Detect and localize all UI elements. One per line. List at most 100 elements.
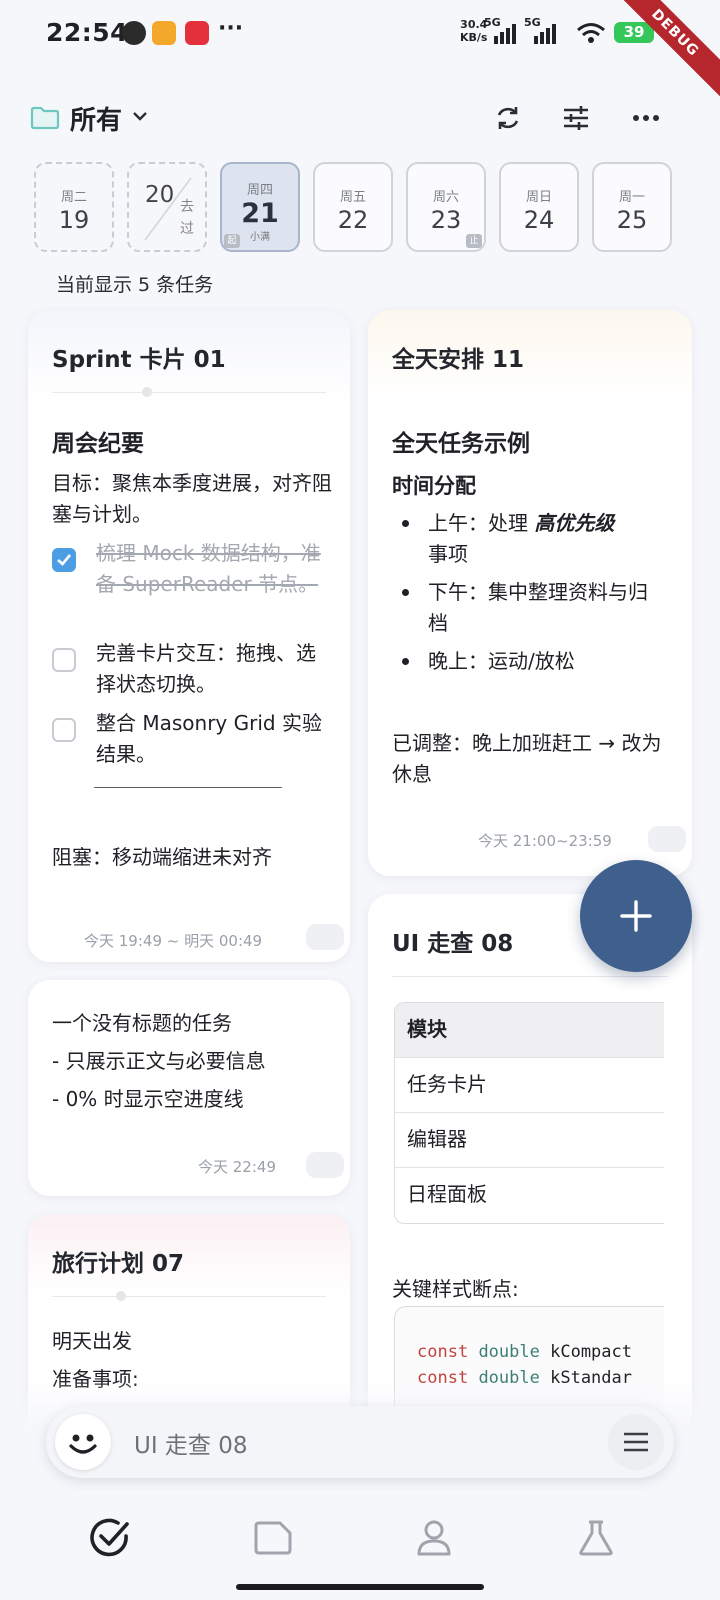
- divider: [94, 787, 282, 788]
- status-time: 22:54: [46, 18, 129, 47]
- more-notifications-icon: ···: [218, 16, 244, 41]
- assistant-menu-button[interactable]: [608, 1414, 664, 1470]
- card-title: 全天安排 11: [392, 347, 525, 373]
- markdown-table: 模块 任务卡片 编辑器 日程面板: [394, 1002, 664, 1224]
- task-card-untitled[interactable]: 一个没有标题的任务 - 只展示正文与必要信息 - 0% 时显示空进度线 今天 2…: [28, 980, 350, 1196]
- checklist-text: 完善卡片交互：拖拽、选择状态切换。: [96, 641, 316, 696]
- nav-tasks[interactable]: [80, 1508, 140, 1568]
- date-chip-past[interactable]: 20 去过: [127, 162, 207, 252]
- card-time: 今天 21:00~23:59: [478, 832, 612, 850]
- card-subheading: 时间分配: [392, 474, 476, 498]
- more-button[interactable]: [626, 98, 666, 138]
- checkbox-checked[interactable]: [52, 548, 76, 572]
- progress-dot: [142, 387, 152, 397]
- card-heading: 周会纪要: [52, 431, 144, 457]
- card-line: 明天出发: [52, 1329, 132, 1353]
- folder-icon[interactable]: [30, 106, 60, 130]
- task-card-ui-check[interactable]: UI 走查 08 模块 任务卡片 编辑器 日程面板 关键样式断点: const …: [368, 894, 692, 1434]
- filter-button[interactable]: [556, 98, 596, 138]
- smiley-icon: [69, 1434, 97, 1454]
- card-goal: 目标：聚焦本季度进展，对齐阻塞与计划。: [52, 471, 332, 526]
- assistant-avatar[interactable]: [55, 1414, 111, 1470]
- profile-icon: [417, 1520, 451, 1556]
- nav-lab[interactable]: [566, 1508, 626, 1568]
- card-title: UI 走查 08: [392, 931, 514, 957]
- checklist-text: 梳理 Mock 数据结构，准备 SuperReader 节点。: [96, 541, 321, 596]
- progress-line: [52, 1296, 326, 1297]
- past-divider: [144, 177, 192, 241]
- card-label: 关键样式断点:: [392, 1277, 519, 1301]
- home-indicator[interactable]: [236, 1584, 484, 1590]
- add-task-button[interactable]: [580, 860, 692, 972]
- card-corner-handle[interactable]: [306, 1152, 344, 1178]
- table-row: 日程面板: [407, 1182, 487, 1206]
- card-corner-handle[interactable]: [648, 826, 686, 852]
- assistant-context-text: UI 走查 08: [134, 1433, 248, 1459]
- app-notification-icon: [152, 21, 176, 45]
- checklist-item: 梳理 Mock 数据结构，准备 SuperReader 节点。: [52, 538, 321, 628]
- card-line: - 0% 时显示空进度线: [52, 1087, 244, 1111]
- card-time: 今天 19:49 ~ 明天 00:49: [84, 932, 263, 950]
- bullet-item: 下午：集中整理资料与归档: [392, 577, 662, 639]
- progress-line: [52, 392, 326, 393]
- folder-selector-title[interactable]: 所有: [70, 100, 122, 137]
- signal-icon: [494, 22, 516, 44]
- checkbox[interactable]: [52, 718, 76, 742]
- card-heading: 全天任务示例: [392, 431, 530, 457]
- wifi-icon: [577, 23, 605, 43]
- date-strip: 周二 19 20 去过 周四 21 小满 起 周五 22 周六 23 止 周日 …: [34, 162, 686, 252]
- card-title: Sprint 卡片 01: [52, 347, 226, 373]
- status-bar: 22:54 ··· 30.4 KB/s 5G 5G 39 DEBUG: [0, 0, 720, 103]
- assistant-bar[interactable]: UI 走查 08: [46, 1406, 674, 1478]
- progress-dot: [116, 1291, 126, 1301]
- bullet-list: 上午：处理 高优先级 事项 下午：集中整理资料与归档 晚上：运动/放松: [392, 508, 662, 684]
- debug-banner: DEBUG: [605, 0, 720, 103]
- checklist-item: 整合 Masonry Grid 实验结果。: [52, 708, 322, 772]
- task-card-sprint[interactable]: Sprint 卡片 01 周会纪要 目标：聚焦本季度进展，对齐阻塞与计划。 梳理…: [28, 310, 350, 962]
- card-title: 旅行计划 07: [52, 1251, 185, 1277]
- tasks-icon: [90, 1518, 129, 1557]
- more-icon: [633, 115, 659, 121]
- chevron-down-icon[interactable]: [132, 110, 148, 122]
- card-line: - 只展示正文与必要信息: [52, 1049, 266, 1073]
- checklist-text: 整合 Masonry Grid 实验结果。: [96, 711, 322, 766]
- folder-tab-icon: [254, 1521, 292, 1555]
- nav-profile[interactable]: [404, 1508, 464, 1568]
- nav-folders[interactable]: [243, 1508, 303, 1568]
- signal-icon: [534, 22, 556, 44]
- card-blocker: 阻塞：移动端缩进未对齐: [52, 845, 272, 869]
- checklist-item: 完善卡片交互：拖拽、选择状态切换。: [52, 638, 316, 702]
- date-chip[interactable]: 周五 22: [313, 162, 393, 252]
- date-chip[interactable]: 周六 23 止: [406, 162, 486, 252]
- start-badge: 起: [224, 234, 240, 248]
- end-badge: 止: [466, 234, 482, 248]
- filter-icon: [564, 106, 588, 130]
- lab-flask-icon: [579, 1520, 613, 1556]
- sync-button[interactable]: [488, 98, 528, 138]
- sync-icon: [497, 107, 519, 129]
- app-header: 所有: [0, 90, 720, 146]
- table-row: 编辑器: [395, 1113, 664, 1168]
- card-line: 一个没有标题的任务: [52, 1011, 232, 1035]
- card-corner-handle[interactable]: [306, 924, 344, 950]
- task-card-allday[interactable]: 全天安排 11 全天任务示例 时间分配 上午：处理 高优先级 事项 下午：集中整理…: [368, 310, 692, 876]
- app-notification-icon: [122, 21, 146, 45]
- date-chip[interactable]: 周一 25: [592, 162, 672, 252]
- progress-line: [392, 976, 668, 977]
- date-chip[interactable]: 周二 19: [34, 162, 114, 252]
- bullet-item: 晚上：运动/放松: [392, 646, 662, 677]
- bullet-item: 上午：处理 高优先级 事项: [392, 508, 662, 570]
- past-label: 去过: [180, 199, 194, 237]
- card-time: 今天 22:49: [198, 1158, 276, 1176]
- table-header: 模块: [395, 1003, 664, 1058]
- date-chip[interactable]: 周日 24: [499, 162, 579, 252]
- check-icon: [57, 554, 71, 566]
- checkbox[interactable]: [52, 648, 76, 672]
- card-note: 已调整：晚上加班赶工 → 改为休息: [392, 731, 662, 786]
- hamburger-icon: [624, 1432, 648, 1452]
- app-notification-icon: [185, 21, 209, 45]
- table-row: 任务卡片: [395, 1058, 664, 1113]
- task-count: 当前显示 5 条任务: [56, 274, 214, 296]
- date-chip-today[interactable]: 周四 21 小满 起: [220, 162, 300, 252]
- plus-icon: [620, 900, 652, 932]
